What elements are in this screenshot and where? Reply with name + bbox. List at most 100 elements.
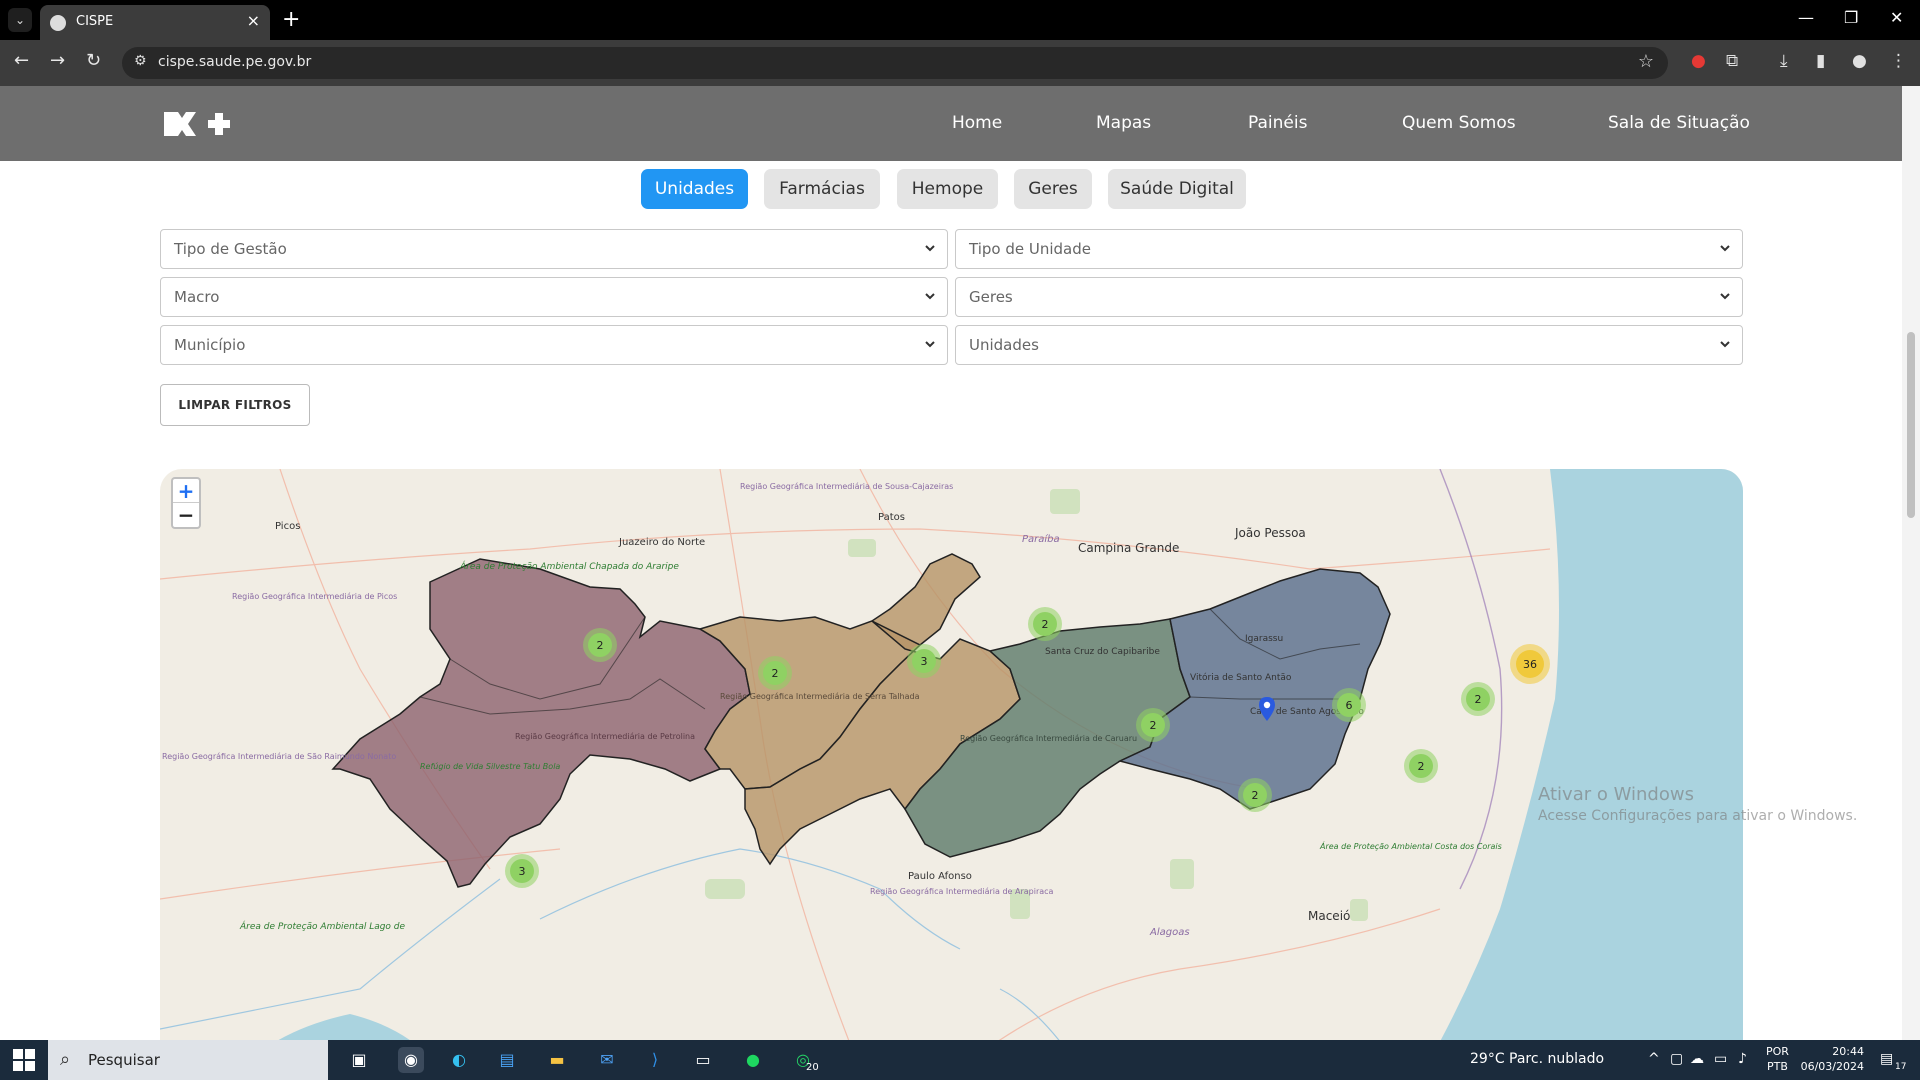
label-juazeiro: Juazeiro do Norte — [618, 537, 705, 548]
unidades-select[interactable]: Unidades — [955, 325, 1743, 365]
cluster-count: 3 — [519, 865, 526, 878]
window-close-icon[interactable]: ✕ — [1890, 8, 1903, 27]
label-santa-cruz: Santa Cruz do Capibaribe — [1045, 647, 1160, 657]
cluster-marker[interactable]: 2 — [583, 628, 617, 662]
bookmark-star-icon[interactable]: ☆ — [1638, 51, 1654, 72]
tab-farmacias[interactable]: Farmácias — [764, 169, 880, 209]
cluster-marker[interactable]: 2 — [1028, 607, 1062, 641]
ocean — [1440, 469, 1743, 1040]
tab-hemope[interactable]: Hemope — [897, 169, 998, 209]
map-view[interactable]: Picos Juazeiro do Norte Patos Paraíba Ca… — [160, 469, 1743, 1040]
cluster-marker[interactable]: 2 — [758, 656, 792, 690]
page-scrollbar[interactable] — [1902, 86, 1920, 1040]
terminal-icon[interactable]: ▭ — [690, 1047, 716, 1073]
tipo-gestao-select[interactable]: Tipo de Gestão — [160, 229, 948, 269]
label-paulo-afonso: Paulo Afonso — [908, 871, 972, 882]
mail-icon[interactable]: ✉ — [594, 1047, 620, 1073]
file-explorer-icon[interactable]: ▬ — [544, 1047, 570, 1073]
tab-saude-digital[interactable]: Saúde Digital — [1108, 169, 1246, 209]
clock[interactable]: 20:44 06/03/2024 — [1800, 1044, 1864, 1074]
clear-filters-button[interactable]: LIMPAR FILTROS — [160, 384, 310, 426]
taskbar-search[interactable]: ⌕ Pesquisar — [48, 1040, 328, 1080]
site-header: Home Mapas Painéis Quem Somos Sala de Si… — [0, 86, 1902, 161]
label-costa-corais: Área de Proteção Ambiental Costa dos Cor… — [1319, 840, 1502, 851]
nav-paineis[interactable]: Painéis — [1248, 113, 1307, 133]
nav-home[interactable]: Home — [952, 113, 1002, 133]
tab-search-button[interactable]: ⌄ — [8, 8, 32, 32]
cluster-marker[interactable]: 3 — [505, 854, 539, 888]
municipio-select[interactable]: Município — [160, 325, 948, 365]
cluster-marker[interactable]: 6 — [1332, 688, 1366, 722]
meet-icon[interactable]: ▢ — [1670, 1051, 1683, 1067]
close-tab-icon[interactable]: × — [247, 11, 260, 30]
weather-widget[interactable]: 29°C Parc. nublado — [1470, 1051, 1604, 1067]
keyboard-layout: PTB — [1767, 1060, 1788, 1073]
map-canvas[interactable]: Picos Juazeiro do Norte Patos Paraíba Ca… — [160, 469, 1743, 1040]
reload-icon[interactable]: ↻ — [86, 50, 101, 71]
site-logo[interactable] — [160, 104, 232, 142]
zoom-out-button[interactable]: − — [173, 503, 199, 527]
cluster-marker[interactable]: 2 — [1404, 749, 1438, 783]
label-sousa: Região Geográfica Intermediária de Sousa… — [740, 482, 953, 491]
new-tab-button[interactable]: + — [282, 7, 300, 32]
network-icon[interactable]: ▭ — [1714, 1051, 1727, 1067]
nav-sala-de-situacao[interactable]: Sala de Situação — [1608, 113, 1750, 133]
edge-icon[interactable]: ◐ — [446, 1047, 472, 1073]
spotify-icon[interactable]: ● — [740, 1047, 766, 1073]
windows-taskbar: ⌕ Pesquisar ▣ ◉ ◐ ▤ ▬ ✉ ⟩ ▭ ● ◎ 20 29°C … — [0, 1040, 1920, 1080]
volume-icon[interactable]: ♪ — [1738, 1051, 1747, 1067]
vscode-icon[interactable]: ⟩ — [642, 1047, 668, 1073]
extension-icon[interactable]: ● — [1691, 51, 1706, 71]
forward-icon[interactable]: → — [50, 50, 65, 71]
profile-avatar[interactable]: ● — [1852, 51, 1867, 71]
label-maceio: Maceió — [1308, 909, 1350, 923]
zoom-in-button[interactable]: + — [173, 479, 199, 503]
address-bar[interactable]: ⚙ cispe.saude.pe.gov.br ☆ — [122, 47, 1668, 79]
windows-start-icon[interactable] — [12, 1048, 36, 1072]
label-caruaru: Região Geográfica Intermediária de Carua… — [960, 734, 1137, 743]
favicon-icon — [50, 15, 66, 31]
cluster-marker-large[interactable]: 36 — [1510, 644, 1550, 684]
chrome-icon[interactable]: ◉ — [398, 1047, 424, 1073]
search-icon: ⌕ — [60, 1049, 71, 1070]
menu-kebab-icon[interactable]: ⋮ — [1890, 51, 1907, 71]
web-page: Home Mapas Painéis Quem Somos Sala de Si… — [0, 86, 1920, 1040]
zoom-control: + − — [171, 477, 201, 529]
minimize-icon[interactable]: — — [1798, 8, 1814, 27]
language-indicator[interactable]: POR PTB — [1766, 1044, 1789, 1074]
label-alagoas: Alagoas — [1149, 927, 1190, 938]
macro-select[interactable]: Macro — [160, 277, 948, 317]
label-sao-raimundo: Região Geográfica Intermediária de São R… — [162, 752, 396, 761]
notifications-icon[interactable]: ▤ — [1880, 1051, 1893, 1067]
download-icon[interactable]: ⤓ — [1780, 51, 1788, 71]
browser-toolbar: ← → ↻ ⚙ cispe.saude.pe.gov.br ☆ ● ⧉ ⤓ ▮ … — [0, 40, 1920, 86]
scrollbar-thumb[interactable] — [1907, 332, 1915, 518]
label-lago: Área de Proteção Ambiental Lago de — [239, 920, 406, 932]
side-panel-icon[interactable]: ▮ — [1816, 51, 1825, 71]
geres-select[interactable]: Geres — [955, 277, 1743, 317]
extensions-puzzle-icon[interactable]: ⧉ — [1726, 51, 1738, 71]
label-serra-talhada: Região Geográfica Intermediária de Serra… — [720, 692, 920, 701]
whatsapp-badge: 20 — [806, 1062, 819, 1073]
tab-geres[interactable]: Geres — [1014, 169, 1092, 209]
cluster-marker[interactable]: 2 — [1238, 778, 1272, 812]
url-text[interactable]: cispe.saude.pe.gov.br — [158, 54, 311, 70]
store-icon[interactable]: ▤ — [494, 1047, 520, 1073]
site-info-icon[interactable]: ⚙ — [134, 53, 147, 69]
chevron-down-icon — [1720, 293, 1730, 300]
restore-icon[interactable]: ❐ — [1844, 8, 1858, 27]
task-view-icon[interactable]: ▣ — [346, 1047, 372, 1073]
cluster-count: 6 — [1346, 699, 1353, 712]
cluster-marker[interactable]: 2 — [1461, 682, 1495, 716]
nav-quem-somos[interactable]: Quem Somos — [1402, 113, 1516, 133]
chevron-up-icon[interactable]: ^ — [1648, 1051, 1660, 1067]
cluster-marker[interactable]: 3 — [907, 644, 941, 678]
back-icon[interactable]: ← — [14, 50, 29, 71]
nav-mapas[interactable]: Mapas — [1096, 113, 1151, 133]
tipo-unidade-select[interactable]: Tipo de Unidade — [955, 229, 1743, 269]
cloud-icon[interactable]: ☁ — [1690, 1051, 1704, 1067]
tab-unidades[interactable]: Unidades — [641, 169, 748, 209]
region-sertao[interactable] — [331, 558, 751, 888]
cluster-marker[interactable]: 2 — [1136, 708, 1170, 742]
browser-tab[interactable]: CISPE × — [40, 5, 270, 40]
